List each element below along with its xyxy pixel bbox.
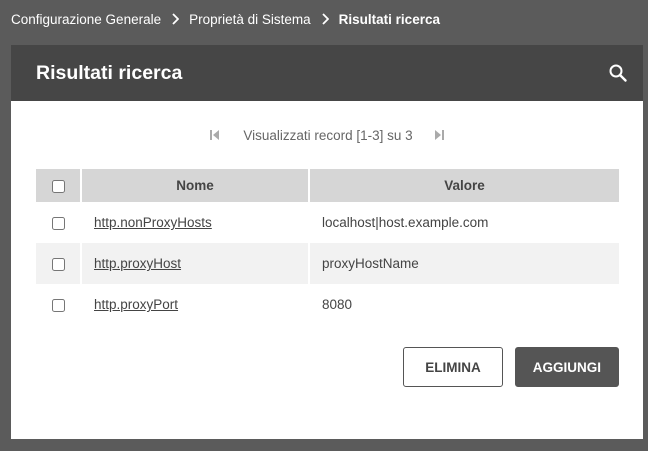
- add-button[interactable]: AGGIUNGI: [514, 347, 619, 387]
- table-row: http.nonProxyHosts localhost|host.exampl…: [36, 202, 619, 243]
- table-row: http.proxyPort 8080: [36, 284, 619, 325]
- row-checkbox[interactable]: [51, 298, 65, 312]
- row-select-cell: [36, 243, 82, 284]
- panel-header: Risultati ricerca: [11, 45, 643, 101]
- value-cell: proxyHostName: [310, 243, 619, 284]
- search-icon[interactable]: [608, 63, 628, 83]
- breadcrumb-current: Risultati ricerca: [338, 11, 440, 27]
- breadcrumb-item-proprieta-di-sistema[interactable]: Proprietà di Sistema: [189, 12, 311, 27]
- value-cell: 8080: [322, 297, 353, 312]
- table-row: http.proxyHost proxyHostName: [36, 243, 619, 284]
- name-cell: http.proxyHost: [82, 243, 310, 284]
- results-panel: Risultati ricerca Visualizzati record [1…: [11, 45, 643, 439]
- name-cell: http.nonProxyHosts: [82, 202, 310, 243]
- pagination-label: Visualizzati record [1-3] su 3: [243, 127, 413, 143]
- value-cell: localhost|host.example.com: [322, 215, 489, 230]
- table-header-row: Nome Valore: [36, 169, 619, 202]
- row-checkbox[interactable]: [51, 216, 65, 230]
- property-name-link[interactable]: http.nonProxyHosts: [94, 215, 212, 230]
- results-table: Nome Valore http.nonProxyHosts localhost…: [36, 169, 619, 325]
- name-cell: http.proxyPort: [82, 284, 310, 325]
- row-select-cell: [36, 202, 82, 243]
- chevron-right-icon: [321, 13, 329, 25]
- property-name-link[interactable]: http.proxyPort: [94, 297, 178, 312]
- property-name-link[interactable]: http.proxyHost: [94, 256, 181, 271]
- row-select-cell: [36, 284, 82, 325]
- action-bar: ELIMINA AGGIUNGI: [403, 347, 619, 387]
- column-header-nome[interactable]: Nome: [82, 169, 310, 202]
- row-checkbox[interactable]: [51, 257, 65, 271]
- pagination: Visualizzati record [1-3] su 3: [11, 101, 643, 169]
- page-title: Risultati ricerca: [36, 61, 183, 84]
- chevron-right-icon: [171, 13, 180, 25]
- select-all-checkbox[interactable]: [51, 179, 65, 193]
- column-header-valore[interactable]: Valore: [310, 169, 619, 202]
- delete-button[interactable]: ELIMINA: [403, 347, 503, 387]
- breadcrumb-item-configurazione-generale[interactable]: Configurazione Generale: [11, 12, 161, 27]
- breadcrumb: Configurazione Generale Proprietà di Sis…: [11, 0, 440, 38]
- last-page-icon[interactable]: [434, 129, 444, 141]
- first-page-icon[interactable]: [210, 129, 220, 141]
- select-all-cell: [36, 169, 82, 202]
